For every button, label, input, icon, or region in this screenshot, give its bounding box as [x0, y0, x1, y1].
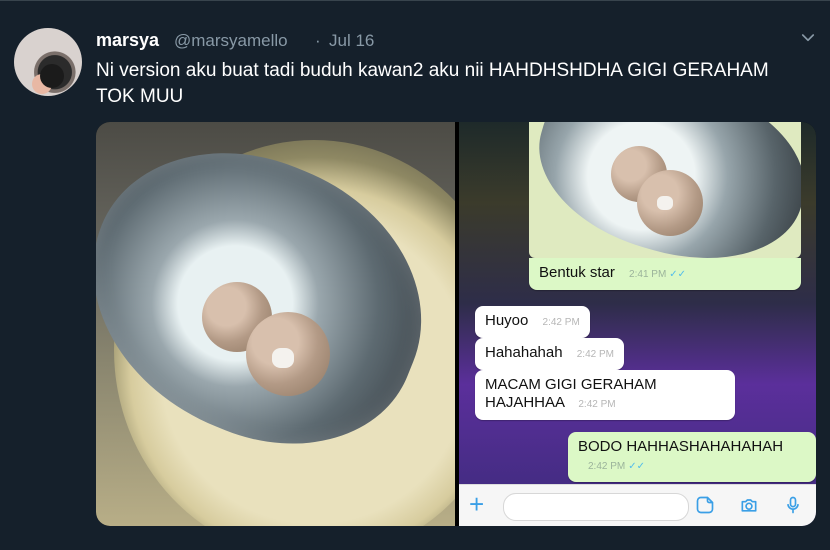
plus-icon[interactable]: +	[469, 490, 484, 518]
meta-separator: ·	[315, 31, 321, 50]
message-time: 2:41 PM	[629, 269, 667, 280]
chat-photo-ball-2	[637, 170, 703, 236]
chevron-down-icon[interactable]	[799, 29, 817, 47]
photo-chat-screenshot[interactable]: Bentuk star 2:41 PM ✓✓ Huyoo 2:42 PM Haha…	[459, 122, 816, 526]
message-time: 2:42 PM	[578, 399, 616, 410]
read-ticks: ✓✓	[628, 461, 646, 472]
message-text: Hahahahah	[485, 344, 563, 361]
dumpling-right	[246, 312, 330, 396]
message-text: Bentuk star	[539, 264, 615, 281]
chat-composer: +	[459, 484, 816, 526]
chat-bubble-out: Bentuk star 2:41 PM ✓✓	[529, 258, 801, 290]
chat-bubble-out: BODO HAHHASHAHAHAHAH 2:42 PM ✓✓	[568, 432, 816, 482]
author-handle[interactable]: @marsyamello	[174, 31, 288, 51]
tweet-media[interactable]: Bentuk star 2:41 PM ✓✓ Huyoo 2:42 PM Haha…	[96, 122, 816, 526]
chat-bubble-in: Huyoo 2:42 PM	[475, 306, 590, 338]
message-text: Huyoo	[485, 312, 529, 329]
read-ticks: ✓✓	[669, 269, 687, 280]
message-time: 2:42 PM	[576, 349, 614, 360]
author-name[interactable]: marsya	[96, 30, 159, 51]
mic-icon[interactable]	[783, 495, 803, 515]
sticker-icon[interactable]	[695, 495, 715, 515]
chat-photo	[529, 122, 801, 258]
message-input[interactable]	[503, 493, 689, 521]
photo-spoon-bowl[interactable]	[96, 122, 455, 526]
message-time: 2:42 PM	[588, 461, 626, 472]
tweet-date[interactable]: Jul 16	[329, 31, 374, 51]
tweet-text: Ni version aku buat tadi buduh kawan2 ak…	[96, 60, 769, 107]
chat-bubble-in: MACAM GIGI GERAHAM HAJAHHAA 2:42 PM	[475, 370, 735, 420]
avatar[interactable]	[14, 28, 82, 96]
chat-bubble-in: Hahahahah 2:42 PM	[475, 338, 624, 370]
top-divider	[0, 0, 830, 1]
message-time: 2:42 PM	[542, 317, 580, 328]
message-text: MACAM GIGI GERAHAM HAJAHHAA	[485, 376, 657, 411]
message-text: BODO HAHHASHAHAHAHAH	[578, 438, 784, 455]
camera-icon[interactable]	[739, 495, 759, 515]
